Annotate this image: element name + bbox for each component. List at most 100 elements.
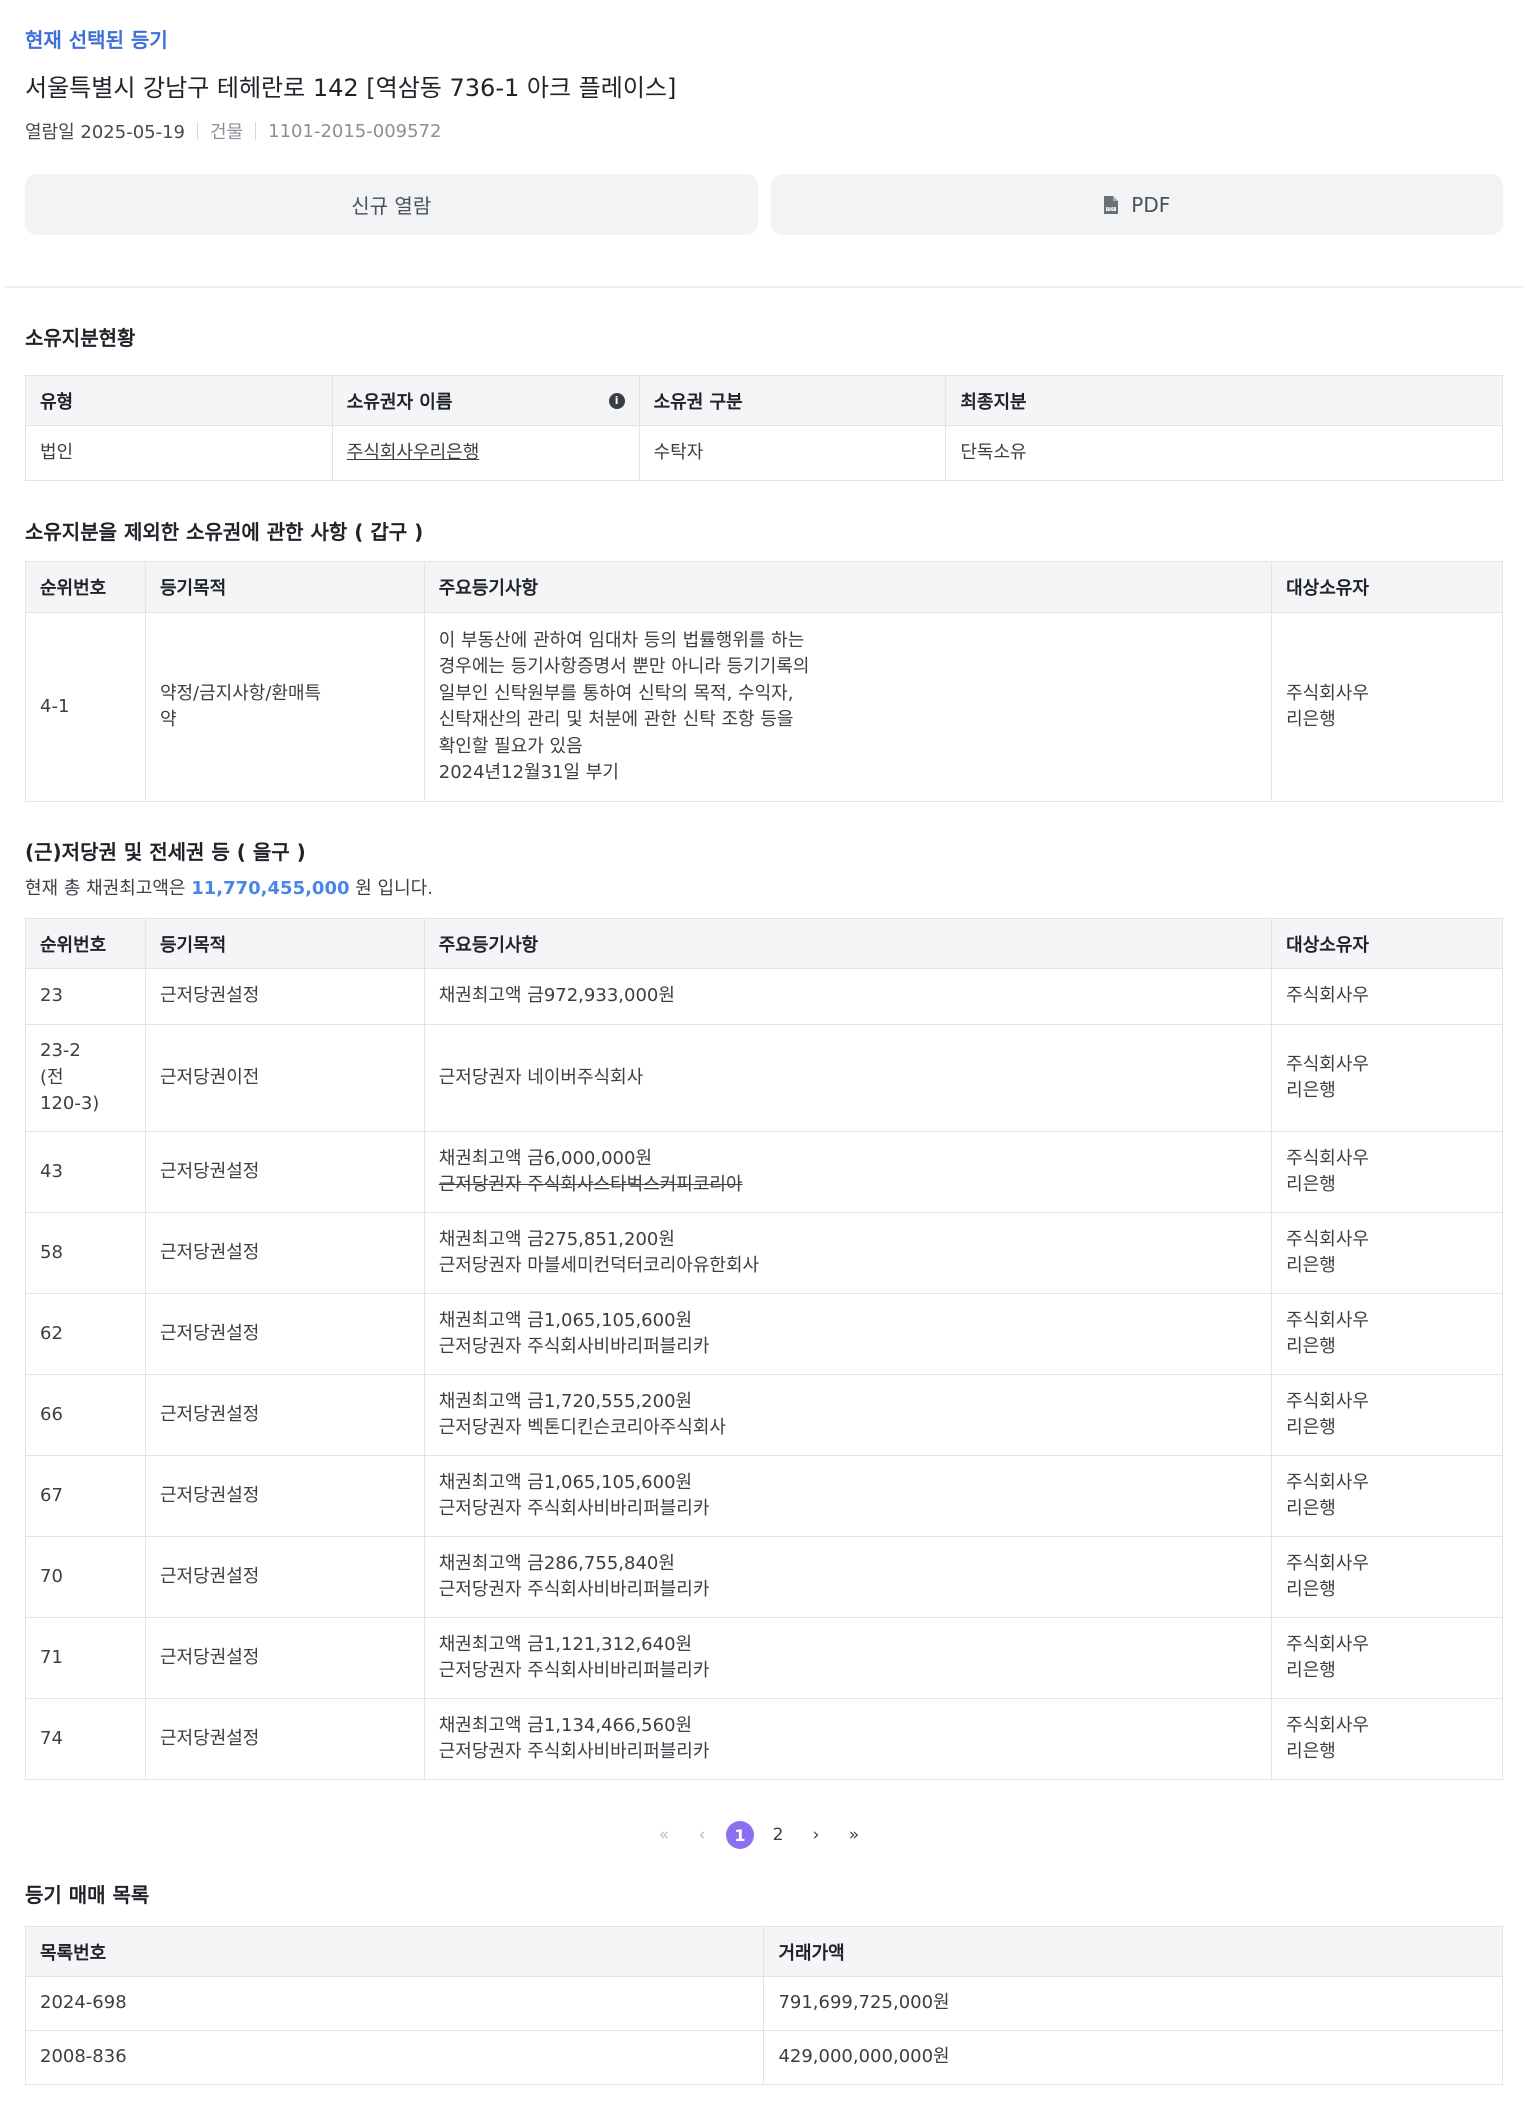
rank-cell: 67	[25, 1455, 146, 1537]
owner-line: 리은행	[1286, 1741, 1336, 1762]
prev-page-button[interactable]: ‹	[688, 1821, 716, 1849]
target-owner-cell: 주식회사우	[1271, 968, 1503, 1025]
pdf-file-icon: PDF	[1103, 195, 1119, 215]
table-row: 71 근저당권설정 채권최고액 금1,121,312,640원 근저당권자 주식회사비…	[25, 1617, 1503, 1699]
owner-name-link[interactable]: 주식회사우리은행	[347, 442, 479, 463]
table-row: 66 근저당권설정 채권최고액 금1,720,555,200원 근저당권자 벡톤디킨슨…	[25, 1374, 1503, 1456]
col-header-trade-price: 거래가액	[763, 1926, 1503, 1977]
trade-table: 목록번호 거래가액 2024-698 791,699,725,000원 2008…	[24, 1926, 1503, 2085]
details-line: 확인할 필요가 있음	[438, 735, 583, 757]
max-claim-amount: 채권최고액 금972,933,000원	[438, 985, 675, 1007]
details-cell: 채권최고액 금1,065,105,600원 근저당권자 주식회사비바리퍼블리카	[423, 1293, 1273, 1375]
owner-line: 주식회사우	[1286, 682, 1369, 704]
table-row: 2024-698 791,699,725,000원	[24, 1976, 1503, 2031]
rank-line: 58	[40, 1241, 63, 1263]
owner-line: 주식회사우	[1286, 1471, 1369, 1493]
purpose-cell: 근저당권설정	[144, 1131, 425, 1213]
new-view-button[interactable]: 신규 열람	[25, 174, 758, 235]
owner-line: 주식회사우	[1286, 1714, 1369, 1736]
details-cell: 채권최고액 금275,851,200원 근저당권자 마블세미컨덕터코리아유한회사	[423, 1212, 1273, 1294]
svg-text:PDF: PDF	[1107, 206, 1115, 211]
col-header-owner-name-label: 소유권자 이름	[346, 391, 453, 413]
mortgagee: 근저당권자 주식회사비바리퍼블리카	[438, 1498, 710, 1519]
owner-line: 주식회사우	[1286, 1552, 1369, 1574]
table-row: 법인 주식회사우리은행 수탁자 단독소유	[25, 425, 1503, 481]
summary-prefix: 현재 총 채권최고액은	[25, 878, 186, 899]
max-claim-amount: 채권최고액 금1,121,312,640원	[438, 1633, 693, 1655]
mortgagee: 근저당권자 마블세미컨덕터코리아유한회사	[438, 1255, 760, 1276]
table-row: 67 근저당권설정 채권최고액 금1,065,105,600원 근저당권자 주식회사비…	[25, 1455, 1503, 1537]
rank-cell: 58	[25, 1212, 146, 1294]
rank-line: 70	[40, 1565, 63, 1587]
owner-line: 주식회사우	[1286, 985, 1369, 1007]
max-claim-amount: 채권최고액 금6,000,000원	[438, 1147, 652, 1169]
mortgagee: 근저당권자 벡톤디킨슨코리아주식회사	[438, 1417, 726, 1438]
info-icon[interactable]: i	[608, 392, 625, 409]
pagination: « ‹ 1 2 › »	[650, 1815, 868, 1855]
page-button-1[interactable]: 1	[726, 1821, 754, 1849]
details-cell: 채권최고액 금1,121,312,640원 근저당권자 주식회사비바리퍼블리카	[423, 1617, 1273, 1699]
rank-cell: 66	[25, 1374, 146, 1456]
pdf-button[interactable]: PDF PDF	[770, 174, 1503, 235]
owner-line: 주식회사우	[1286, 1053, 1369, 1075]
page-button-2[interactable]: 2	[764, 1821, 792, 1849]
details-line: 신탁재산의 관리 및 처분에 관한 신탁 조항 등을	[438, 709, 794, 730]
summary-suffix: 원 입니다.	[355, 878, 433, 899]
owner-line: 주식회사우	[1286, 1309, 1369, 1331]
owner-name-cell: 주식회사우리은행	[331, 425, 640, 481]
registry-meta: 열람일 2025-05-19 건물 1101-2015-009572	[25, 118, 441, 144]
total-max-claim-amount: 11,770,455,000	[191, 878, 350, 899]
owner-line: 주식회사우	[1286, 1228, 1369, 1250]
owner-line: 주식회사우	[1286, 1147, 1369, 1169]
rank-line: 71	[40, 1646, 63, 1668]
details-cell: 채권최고액 금1,720,555,200원근저당권자 벡톤디킨슨코리아주식회사	[423, 1374, 1273, 1456]
max-claim-amount: 채권최고액 금1,720,555,200원	[438, 1390, 693, 1412]
col-header-owner-name: 소유권자 이름 i	[331, 375, 640, 426]
purpose-cell: 근저당권설정	[144, 968, 425, 1025]
max-claim-amount: 채권최고액 금1,134,466,560원	[438, 1714, 693, 1736]
trade-price: 429,000,000,000원	[763, 2030, 1503, 2085]
view-date: 열람일 2025-05-19	[25, 122, 186, 143]
max-claim-amount: 채권최고액 금286,755,840원	[438, 1552, 675, 1574]
details-cell: 채권최고액 금6,000,000원 근저당권자 주식회사스타벅스커피코리아	[423, 1131, 1273, 1213]
rank-cell: 62	[25, 1293, 146, 1375]
target-owner-cell: 주식회사우 리은행	[1271, 1024, 1503, 1132]
table-row: 74 근저당권설정 채권최고액 금1,134,466,560원 근저당권자 주식회사비…	[25, 1698, 1503, 1780]
owner-line: 리은행	[1286, 1174, 1336, 1195]
col-header-final-share: 최종지분	[945, 375, 1503, 426]
target-owner-cell: 주식회사우리은행	[1271, 1131, 1503, 1213]
table-row: 58 근저당권설정 채권최고액 금275,851,200원 근저당권자 마블세미컨덕터…	[25, 1212, 1503, 1294]
rank-cell: 23-2 (전 120-3)	[25, 1024, 146, 1132]
target-owner-cell: 주식회사우리은행	[1271, 1698, 1503, 1780]
pdf-button-label: PDF	[1131, 192, 1171, 217]
ownership-table: 유형 소유권자 이름 i 소유권 구분 최종지분 법인 주식회사우리은행 수탁자…	[25, 375, 1503, 481]
eul-table: 순위번호 등기목적 주요등기사항 대상소유자 23 근저당권설정 채권최고액 금97…	[25, 918, 1503, 1780]
purpose-cell: 약정/금지사항/환매특 약	[144, 612, 425, 802]
rank-cell: 43	[25, 1131, 146, 1213]
list-number: 2008-836	[24, 2030, 765, 2085]
next-page-button[interactable]: ›	[802, 1821, 830, 1849]
purpose-cell: 근저당권설정	[144, 1455, 425, 1537]
col-header-rank: 순위번호	[25, 561, 146, 613]
owner-line: 리은행	[1286, 1336, 1336, 1357]
target-owner-cell: 주식회사우리은행	[1271, 1293, 1503, 1375]
details-cell: 채권최고액 금286,755,840원 근저당권자 주식회사비바리퍼블리카	[423, 1536, 1273, 1618]
col-header-target-owner: 대상소유자	[1271, 918, 1503, 969]
details-cell: 채권최고액 금1,065,105,600원 근저당권자 주식회사비바리퍼블리카	[423, 1455, 1273, 1537]
last-page-button[interactable]: »	[840, 1821, 868, 1849]
ownership-class: 수탁자	[638, 425, 947, 481]
rank-line: 62	[40, 1322, 63, 1344]
ownership-section-title: 소유지분현황	[25, 326, 136, 350]
action-buttons: 신규 열람 PDF PDF	[25, 174, 1503, 235]
owner-line: 주식회사우	[1286, 1633, 1369, 1655]
table-row: 2008-836 429,000,000,000원	[24, 2030, 1503, 2085]
first-page-button[interactable]: «	[650, 1821, 678, 1849]
purpose-cell: 근저당권설정	[144, 1212, 425, 1294]
owner-line: 리은행	[1286, 1498, 1336, 1519]
col-header-type: 유형	[25, 375, 333, 426]
col-header-target-owner: 대상소유자	[1271, 561, 1503, 613]
col-header-list-number: 목록번호	[24, 1926, 765, 1977]
rank-line: 120-3)	[40, 1093, 100, 1115]
rank-line: 67	[40, 1484, 63, 1506]
details-cell: 이 부동산에 관하여 임대차 등의 법률행위를 하는 경우에는 등기사항증명서 …	[423, 612, 1273, 802]
